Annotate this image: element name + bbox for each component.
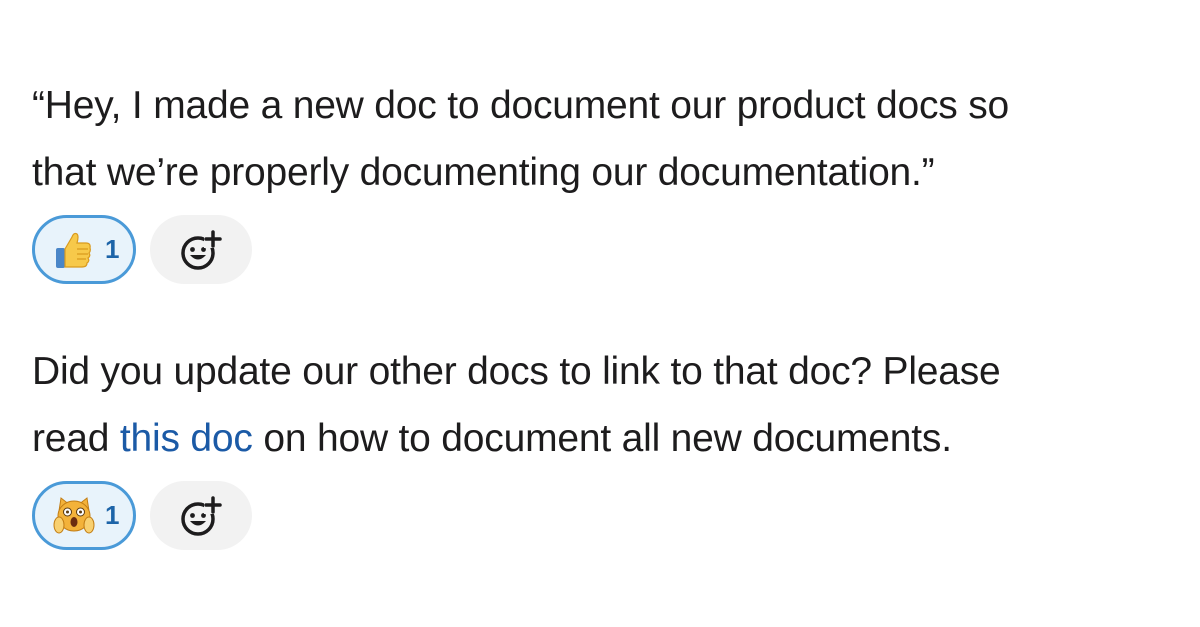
add-reaction-button[interactable] xyxy=(150,481,253,550)
message-2: Did you update our other docs to link to… xyxy=(32,338,1182,550)
screaming-cat-icon xyxy=(53,496,95,533)
message-line-2: read this doc on how to document all new… xyxy=(32,405,1182,472)
text-before-link: read xyxy=(32,417,120,460)
message-line-2: that we’re properly documenting our docu… xyxy=(32,151,935,194)
message-text: “Hey, I made a new doc to document our p… xyxy=(32,72,1182,206)
message-1: “Hey, I made a new doc to document our p… xyxy=(32,72,1182,284)
add-reaction-button[interactable] xyxy=(150,215,253,284)
this-doc-link[interactable]: this doc xyxy=(120,417,253,460)
text-after-link: on how to document all new documents. xyxy=(252,417,952,460)
add-emoji-icon xyxy=(181,495,223,536)
message-text: Did you update our other docs to link to… xyxy=(32,338,1182,472)
reactions-bar: 1 xyxy=(32,215,1182,284)
reaction-screaming-cat-button[interactable]: 1 xyxy=(32,481,137,550)
message-line-1: Did you update our other docs to link to… xyxy=(32,350,1001,393)
message-line-1: “Hey, I made a new doc to document our p… xyxy=(32,84,1009,127)
reaction-count: 1 xyxy=(105,500,120,530)
reactions-bar: 1 xyxy=(32,481,1182,550)
add-emoji-icon xyxy=(181,229,223,270)
reaction-thumbs-up-button[interactable]: 1 xyxy=(32,215,137,284)
thumbs-up-icon xyxy=(56,232,91,268)
reaction-count: 1 xyxy=(105,234,120,264)
